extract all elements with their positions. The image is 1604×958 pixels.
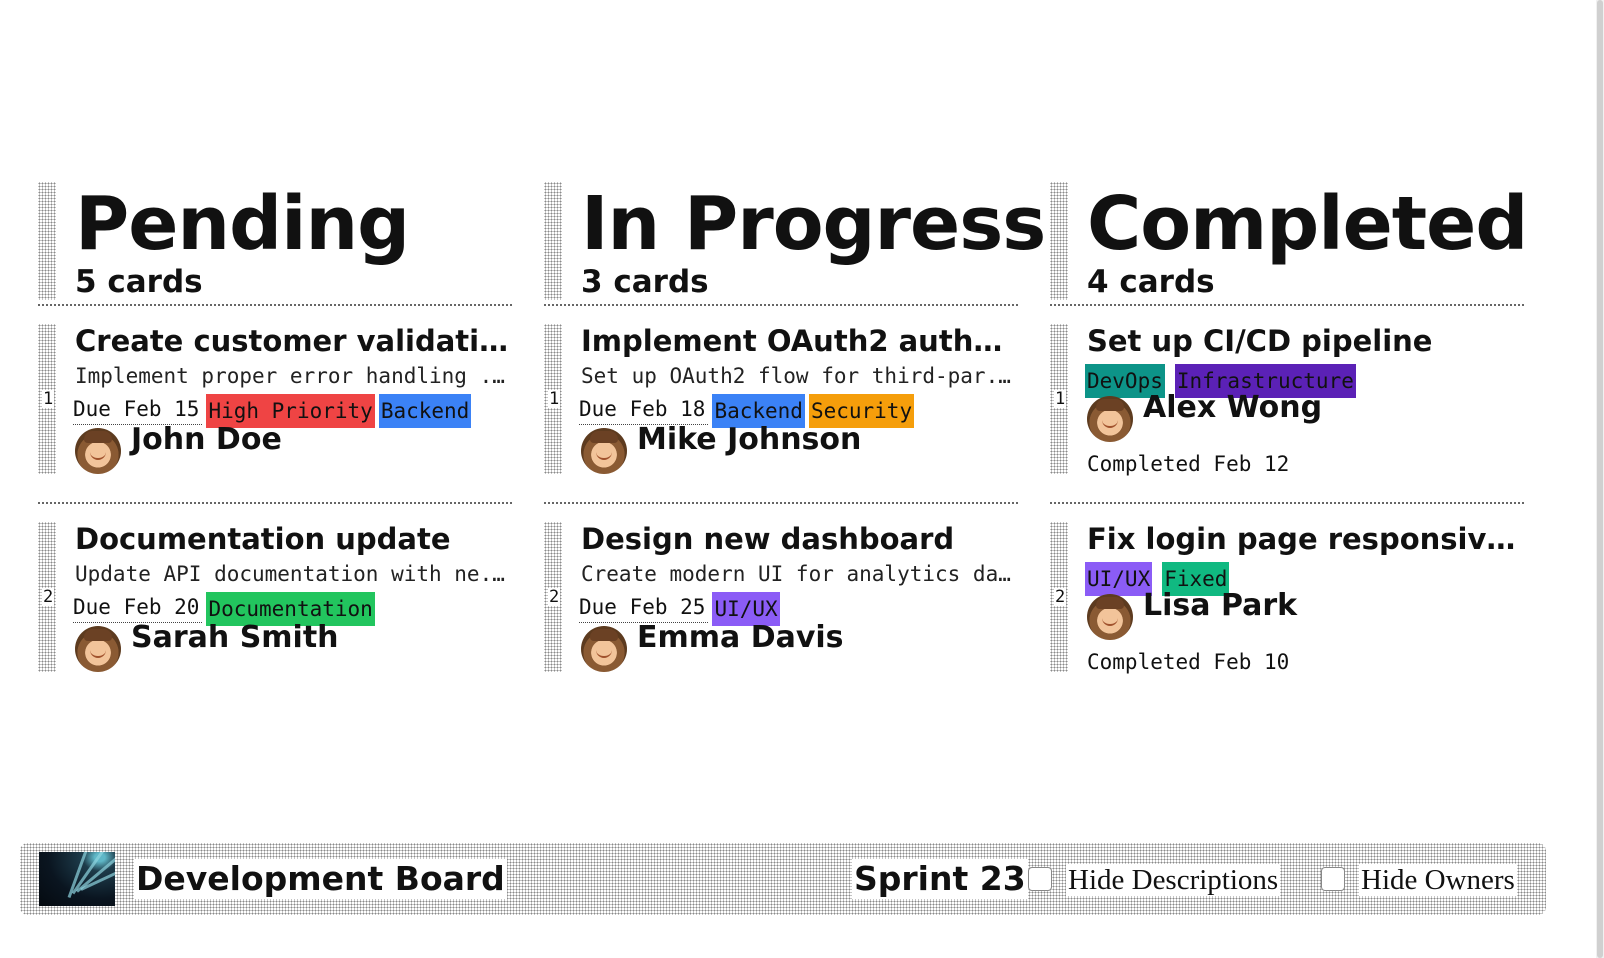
spiral-logo-icon: [39, 852, 115, 906]
card-owner: John Doe: [75, 424, 282, 476]
column-drag-handle[interactable]: [38, 182, 56, 300]
vertical-scrollbar[interactable]: [1596, 0, 1604, 958]
board-title: Development Board: [134, 859, 507, 899]
owner-name: John Doe: [131, 422, 282, 457]
column-header: Completed 4 cards: [1050, 181, 1528, 304]
card-title: Set up CI/CD pipeline: [1087, 324, 1433, 358]
owner-name: Mike Johnson: [637, 422, 862, 457]
divider: [38, 304, 512, 306]
card-description: Implement proper error handling ...: [75, 364, 511, 388]
card-description: Set up OAuth2 flow for third-par...: [581, 364, 1017, 388]
hide-owners-label: Hide Owners: [1359, 864, 1517, 896]
card-title: Implement OAuth2 authe...: [581, 324, 1017, 358]
task-card[interactable]: 1 Implement OAuth2 authe... Set up OAuth…: [544, 324, 1018, 502]
scrollbar-thumb[interactable]: [1597, 0, 1603, 958]
owner-name: Sarah Smith: [131, 620, 339, 655]
avatar: [75, 428, 121, 474]
card-description: Create modern UI for analytics da...: [581, 562, 1017, 586]
column-title: Pending: [75, 181, 410, 267]
card-description: Update API documentation with ne...: [75, 562, 511, 586]
task-card[interactable]: 2 Documentation update Update API docume…: [38, 522, 512, 700]
avatar: [581, 428, 627, 474]
avatar: [1087, 396, 1133, 442]
column-completed: Completed 4 cards 1 Set up CI/CD pipelin…: [1050, 181, 1528, 700]
owner-name: Alex Wong: [1143, 390, 1323, 425]
card-number: 1: [548, 389, 561, 409]
due-date: Due Feb 20: [73, 592, 203, 623]
sprint-label: Sprint 23: [852, 859, 1028, 899]
card-owner: Sarah Smith: [75, 622, 339, 674]
column-card-count: 3 cards: [581, 264, 709, 300]
card-number: 1: [42, 389, 55, 409]
column-in-progress: In Progress 3 cards 1 Implement OAuth2 a…: [544, 182, 1046, 700]
divider: [1050, 502, 1524, 504]
hide-descriptions-toggle[interactable]: Hide Descriptions: [1028, 864, 1281, 896]
card-title: Fix login page responsive...: [1087, 522, 1523, 556]
column-header: In Progress 3 cards: [544, 182, 1046, 304]
task-card[interactable]: 2 Design new dashboard Create modern UI …: [544, 522, 1018, 700]
card-owner: Emma Davis: [581, 622, 844, 674]
hide-owners-toggle[interactable]: Hide Owners: [1321, 864, 1517, 896]
task-card[interactable]: 1 Set up CI/CD pipeline DevOps Infrastruc…: [1050, 324, 1524, 502]
card-number: 2: [1054, 587, 1067, 607]
column-drag-handle[interactable]: [1050, 182, 1068, 300]
kanban-board: Pending 5 cards 1 Create customer valida…: [38, 182, 1560, 702]
hide-descriptions-checkbox[interactable]: [1028, 867, 1052, 891]
card-title: Design new dashboard: [581, 522, 955, 556]
divider: [1050, 304, 1524, 306]
owner-name: Emma Davis: [637, 620, 844, 655]
tag: Backend: [378, 394, 472, 428]
column-header: Pending 5 cards: [38, 182, 512, 304]
completed-date: Completed Feb 12: [1087, 452, 1290, 476]
card-title: Create customer validati...: [75, 324, 511, 358]
column-title: Completed: [1087, 181, 1528, 267]
card-owner: Lisa Park: [1087, 590, 1297, 642]
column-pending: Pending 5 cards 1 Create customer valida…: [38, 182, 512, 700]
hide-owners-checkbox[interactable]: [1321, 867, 1345, 891]
card-number: 1: [1054, 389, 1067, 409]
divider: [544, 304, 1018, 306]
avatar: [1087, 594, 1133, 640]
card-owner: Mike Johnson: [581, 424, 861, 476]
avatar: [75, 626, 121, 672]
column-title: In Progress: [581, 181, 1046, 267]
card-number: 2: [42, 587, 55, 607]
completed-date: Completed Feb 10: [1087, 650, 1290, 674]
divider: [38, 502, 512, 504]
due-date: Due Feb 18: [579, 394, 709, 425]
footer-bar: Development Board Sprint 23 Hide Descrip…: [20, 843, 1546, 915]
card-number: 2: [548, 587, 561, 607]
task-card[interactable]: 2 Fix login page responsive... UI/UX Fixe…: [1050, 522, 1524, 700]
task-card[interactable]: 1 Create customer validati... Implement …: [38, 324, 512, 502]
hide-descriptions-label: Hide Descriptions: [1066, 864, 1281, 896]
column-drag-handle[interactable]: [544, 182, 562, 300]
due-date: Due Feb 15: [73, 394, 203, 425]
due-date: Due Feb 25: [579, 592, 709, 623]
avatar: [581, 626, 627, 672]
card-title: Documentation update: [75, 522, 451, 556]
owner-name: Lisa Park: [1143, 588, 1298, 623]
card-owner: Alex Wong: [1087, 392, 1322, 444]
column-card-count: 4 cards: [1087, 264, 1215, 300]
divider: [544, 502, 1018, 504]
column-card-count: 5 cards: [75, 264, 203, 300]
